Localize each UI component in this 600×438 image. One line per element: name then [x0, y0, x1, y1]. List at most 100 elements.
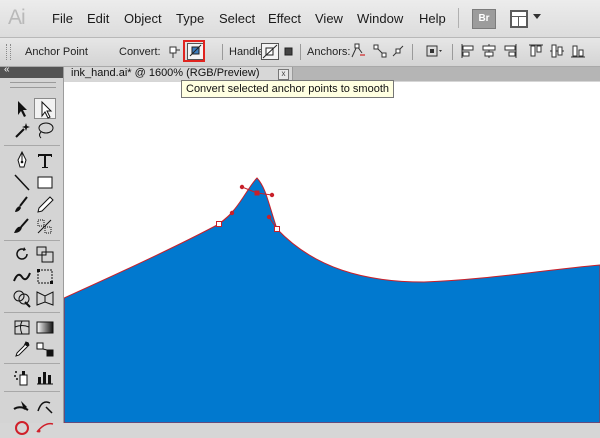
pencil-icon: [37, 196, 54, 213]
blob-brush-icon: [14, 218, 29, 233]
blend-icon: [36, 342, 54, 357]
menu-bar: Ai File Edit Object Type Select Effect V…: [0, 0, 600, 38]
shape-builder-icon: [13, 290, 31, 308]
remove-anchor-icon[interactable]: [350, 43, 366, 59]
artboard-canvas[interactable]: [64, 82, 600, 423]
zoom-icon: [36, 422, 54, 433]
tools-panel-grip[interactable]: [10, 82, 56, 88]
eraser-tool[interactable]: [34, 216, 56, 237]
menu-edit[interactable]: Edit: [87, 11, 109, 26]
perspective-grid-tool[interactable]: [34, 288, 56, 309]
shape-builder-tool[interactable]: [11, 288, 33, 309]
blob-brush-tool[interactable]: [11, 216, 33, 237]
pencil-tool[interactable]: [34, 194, 56, 215]
connect-anchors-icon[interactable]: [372, 43, 388, 59]
mesh-icon: [14, 320, 30, 335]
mode-label: Anchor Point: [25, 46, 88, 58]
menu-file[interactable]: File: [52, 11, 73, 26]
scale-icon: [36, 246, 54, 263]
mesh-tool[interactable]: [11, 317, 33, 338]
handle-point[interactable]: [239, 184, 245, 190]
align-left-icon[interactable]: [460, 43, 476, 59]
pen-tool[interactable]: [11, 150, 33, 171]
eyedropper-icon: [15, 341, 30, 357]
isolate-icon[interactable]: [424, 43, 444, 59]
menu-object[interactable]: Object: [124, 11, 162, 26]
handle-point[interactable]: [266, 214, 272, 220]
artwork: [64, 177, 600, 423]
panel-grip[interactable]: [6, 44, 11, 60]
lasso-tool[interactable]: [34, 120, 56, 141]
symbol-sprayer-icon: [14, 371, 28, 386]
anchor-point[interactable]: [216, 221, 222, 227]
align-bottom-icon[interactable]: [570, 43, 586, 59]
bridge-button[interactable]: Br: [472, 9, 496, 29]
anchor-point-selected[interactable]: [254, 190, 260, 196]
warp-icon: [13, 272, 31, 282]
symbol-sprayer-tool[interactable]: [11, 367, 33, 388]
convert-label: Convert:: [119, 46, 161, 58]
paintbrush-tool[interactable]: [11, 194, 33, 215]
menu-select[interactable]: Select: [219, 11, 255, 26]
perspective-grid-icon: [36, 291, 54, 306]
blue-wave-shape[interactable]: [64, 177, 600, 423]
tool-divider: [4, 363, 60, 364]
tool-divider: [4, 312, 60, 313]
convert-to-corner-icon[interactable]: [165, 43, 181, 59]
collapse-icon[interactable]: «: [4, 64, 10, 75]
menu-type[interactable]: Type: [176, 11, 204, 26]
selection-tool[interactable]: [11, 98, 33, 119]
menu-divider: [458, 8, 459, 28]
divider: [300, 44, 301, 60]
divider: [222, 44, 223, 60]
close-icon[interactable]: x: [278, 69, 289, 80]
zoom-tool[interactable]: [34, 417, 56, 438]
menu-help[interactable]: Help: [419, 11, 446, 26]
rotate-tool[interactable]: [11, 244, 33, 265]
line-segment-icon: [14, 174, 30, 191]
column-graph-icon: [37, 372, 53, 385]
align-center-icon[interactable]: [481, 43, 497, 59]
column-graph-tool[interactable]: [34, 367, 56, 388]
warp-tool[interactable]: [11, 266, 33, 287]
direct-selection-tool[interactable]: [34, 98, 56, 119]
handle-point[interactable]: [269, 192, 275, 198]
tool-divider: [4, 240, 60, 241]
artboard-icon: [13, 401, 29, 411]
convert-smooth-tooltip: Convert selected anchor points to smooth: [181, 80, 395, 98]
line-tool[interactable]: [11, 172, 33, 193]
anchor-point[interactable]: [274, 226, 280, 232]
menu-view[interactable]: View: [315, 11, 343, 26]
slice-tool[interactable]: [34, 395, 56, 416]
rectangle-icon: [37, 176, 53, 189]
rectangle-tool[interactable]: [34, 172, 56, 193]
rotate-icon: [16, 247, 28, 260]
hand-tool[interactable]: [11, 417, 33, 438]
eraser-icon: [37, 219, 52, 234]
menu-window[interactable]: Window: [357, 11, 403, 26]
workspace-switcher[interactable]: [510, 9, 544, 28]
align-right-icon[interactable]: [502, 43, 518, 59]
align-middle-icon[interactable]: [549, 43, 565, 59]
menu-effect[interactable]: Effect: [268, 11, 301, 26]
scale-tool[interactable]: [34, 244, 56, 265]
hide-handles-icon[interactable]: [281, 43, 297, 59]
type-tool[interactable]: [34, 150, 56, 171]
align-top-icon[interactable]: [528, 43, 544, 59]
eyedropper-tool[interactable]: [11, 339, 33, 360]
show-handles-button[interactable]: [261, 43, 279, 60]
blend-tool[interactable]: [34, 339, 56, 360]
free-transform-tool[interactable]: [34, 266, 56, 287]
document-tab[interactable]: ink_hand.ai* @ 1600% (RGB/Preview) x: [64, 67, 293, 81]
magic-wand-icon: [15, 123, 30, 138]
tools-panel-header[interactable]: «: [0, 64, 63, 78]
gradient-tool[interactable]: [34, 317, 56, 338]
free-transform-icon: [37, 269, 53, 284]
cut-path-icon[interactable]: [390, 43, 406, 59]
illustrator-logo: Ai: [8, 6, 26, 29]
magic-wand-tool[interactable]: [11, 120, 33, 141]
slice-icon: [37, 401, 53, 414]
tool-divider: [4, 391, 60, 392]
handle-point[interactable]: [229, 210, 235, 216]
artboard-tool[interactable]: [11, 395, 33, 416]
